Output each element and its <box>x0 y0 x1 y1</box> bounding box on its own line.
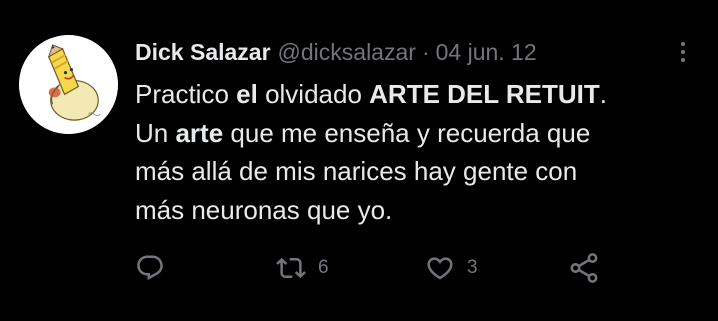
share-button[interactable] <box>567 250 613 286</box>
tweet-text-segment: que me enseña y recuerda que <box>223 117 591 148</box>
tweet-text-segment: . <box>599 79 608 109</box>
retweet-count: 6 <box>318 257 329 278</box>
retweet-button[interactable]: 6 <box>276 250 329 286</box>
like-button[interactable]: 3 <box>425 250 478 286</box>
tweet-header: Dick Salazar @dicksalazar · 04 jun. 12 <box>135 36 537 68</box>
tweet-text-bold-segment: arte <box>175 117 224 148</box>
reply-icon <box>137 255 163 281</box>
tweet-text: Practico el olvidado ARTE DEL RETUIT. Un … <box>135 75 695 229</box>
like-count: 3 <box>467 257 478 278</box>
avatar[interactable] <box>19 35 118 134</box>
tweet-text-line: Practico el olvidado ARTE DEL RETUIT. <box>135 75 695 114</box>
author-handle[interactable]: @dicksalazar <box>278 39 416 66</box>
tweet-text-segment: Un <box>135 117 176 148</box>
separator-dot: · <box>421 38 430 65</box>
more-button[interactable] <box>672 38 694 66</box>
tweet-text-segment: más allá de mis narices hay gente con <box>135 156 578 186</box>
more-vertical-icon <box>681 42 685 62</box>
tweet-text-bold-segment: ARTE DEL RETUIT <box>369 79 600 109</box>
heart-icon <box>427 257 453 280</box>
retweet-icon <box>276 257 306 279</box>
tweet-text-segment: más neuronas que yo. <box>135 194 393 225</box>
pencil-character-avatar-icon <box>19 35 118 134</box>
tweet-text-line: más allá de mis narices hay gente con <box>135 152 695 191</box>
tweet-text-segment: Practico <box>135 79 237 109</box>
share-icon <box>570 253 598 283</box>
tweet-card[interactable]: Dick Salazar @dicksalazar · 04 jun. 12 P… <box>0 0 718 321</box>
tweet-text-segment: olvidado <box>257 79 370 109</box>
tweet-text-line: Un arte que me enseña y recuerda que <box>135 114 695 153</box>
tweet-date[interactable]: 04 jun. 12 <box>436 39 537 66</box>
tweet-text-bold-segment: el <box>236 79 258 109</box>
tweet-text-line: más neuronas que yo. <box>135 191 695 230</box>
action-bar: 6 3 <box>0 250 718 286</box>
reply-button[interactable] <box>135 250 177 286</box>
author-name[interactable]: Dick Salazar <box>135 39 271 66</box>
